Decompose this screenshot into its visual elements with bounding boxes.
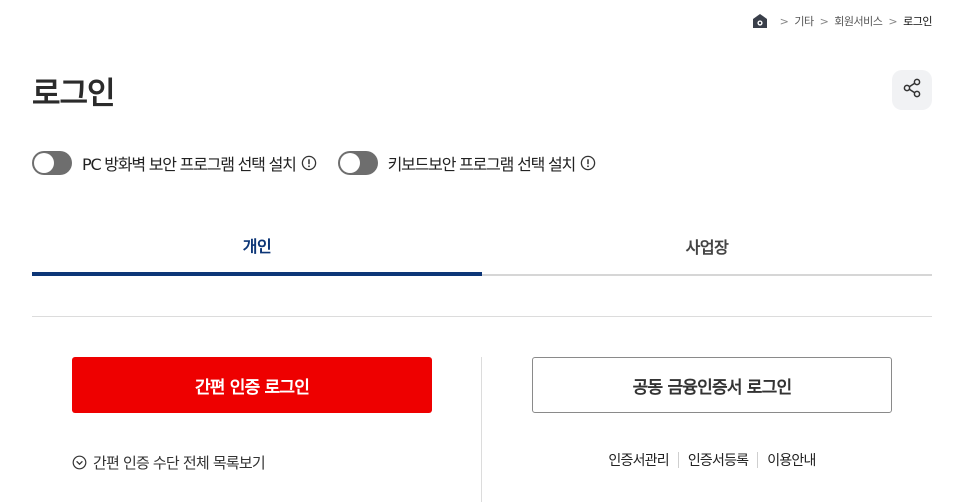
page-title: 로그인 [32,76,116,112]
firewall-toggle-item: PC 방화벽 보안 프로그램 선택 설치 [32,151,317,175]
usage-guide-link[interactable]: 이용안내 [758,450,824,470]
tab-business[interactable]: 사업장 [482,217,932,276]
certificate-login-button[interactable]: 공동 금융인증서 로그인 [532,357,892,413]
firewall-toggle-label: PC 방화벽 보안 프로그램 선택 설치 [82,155,297,174]
column-divider [481,357,482,502]
certificate-links: 인증서관리 인증서등록 이용안내 [532,450,892,470]
info-icon[interactable] [580,155,596,171]
breadcrumb-item-etc[interactable]: 기타 [794,13,814,29]
breadcrumb: > 기타 > 회원서비스 > 로그인 [752,13,932,29]
security-toggles: PC 방화벽 보안 프로그램 선택 설치 키보드보안 프로그램 선택 설치 [32,151,617,175]
info-icon[interactable] [301,155,317,171]
chevron-down-circle-icon [72,455,87,470]
section-divider [32,316,932,317]
tab-personal[interactable]: 개인 [32,217,482,276]
breadcrumb-item-member-service[interactable]: 회원서비스 [834,13,883,29]
cert-register-link[interactable]: 인증서등록 [679,450,757,470]
share-icon [902,78,922,102]
keyboard-toggle-label: 키보드보안 프로그램 선택 설치 [387,155,577,174]
toggle-knob [34,153,54,173]
firewall-toggle-switch[interactable] [32,151,72,175]
login-type-tabs: 개인 사업장 [32,217,932,276]
view-all-label: 간편 인증 수단 전체 목록보기 [93,454,266,472]
home-icon[interactable] [752,13,768,29]
toggle-knob [339,153,360,173]
easy-auth-login-button[interactable]: 간편 인증 로그인 [72,357,432,413]
keyboard-toggle-item: 키보드보안 프로그램 선택 설치 [337,151,596,175]
breadcrumb-item-login: 로그인 [903,15,932,28]
cert-manage-link[interactable]: 인증서관리 [599,450,677,470]
chevron-right-icon: > [888,14,898,28]
view-all-auth-methods[interactable]: 간편 인증 수단 전체 목록보기 [72,452,266,473]
chevron-right-icon: > [779,14,789,28]
chevron-right-icon: > [819,14,829,28]
keyboard-toggle-switch[interactable] [337,151,378,175]
share-button[interactable] [892,70,932,110]
